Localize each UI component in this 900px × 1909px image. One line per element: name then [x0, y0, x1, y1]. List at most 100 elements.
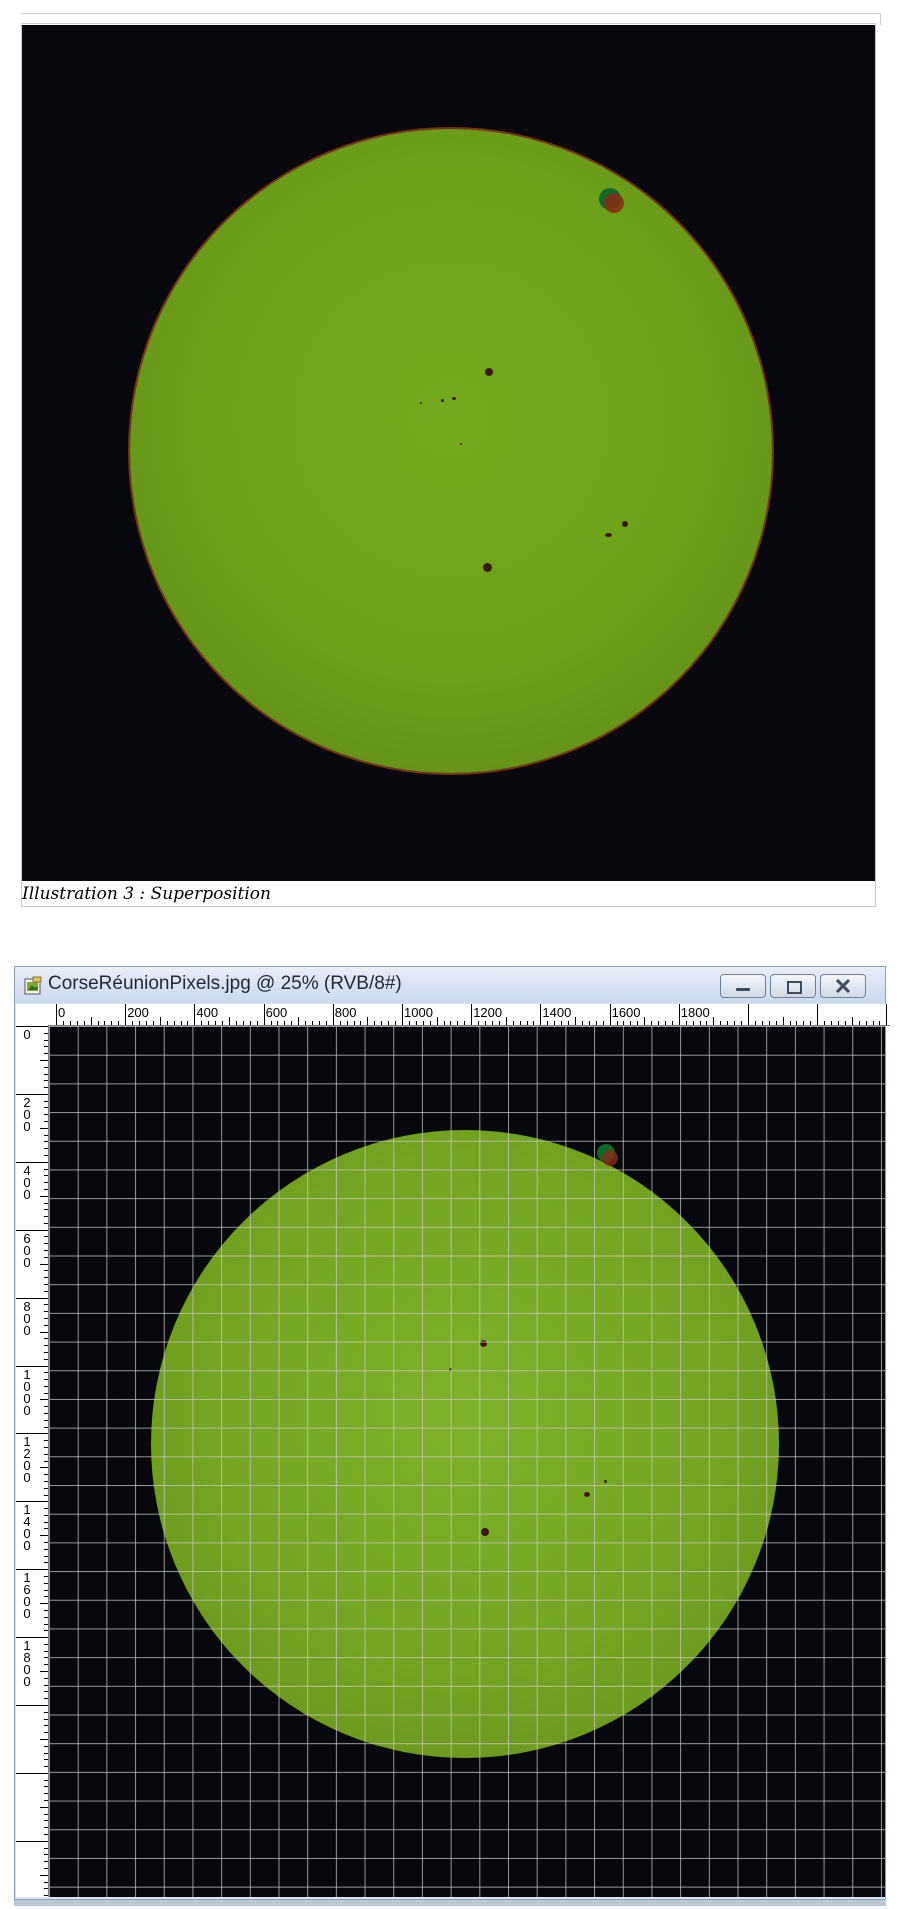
ruler-tick [44, 1582, 48, 1584]
ruler-tick [429, 1021, 431, 1025]
ruler-tick [187, 1021, 189, 1025]
ruler-tick [658, 1021, 660, 1025]
ruler-tick [44, 1548, 48, 1550]
ruler-tick [519, 1021, 521, 1025]
ruler-tick [374, 1021, 376, 1025]
vertical-ruler[interactable]: 0 2 0 0 4 0 0 6 0 0 8 0 0 1 0 0 0 1 2 0 0 1 4 0… [16, 1025, 49, 1897]
image-canvas[interactable] [49, 1026, 885, 1897]
ruler-tick [44, 1304, 48, 1306]
ruler-tick [775, 1021, 777, 1025]
ruler-tick [761, 1021, 763, 1025]
ruler-tick [44, 1657, 48, 1659]
ruler-tick [222, 1021, 224, 1025]
ruler-tick [588, 1021, 590, 1025]
horizontal-ruler-label: 1000 [404, 1005, 433, 1020]
ruler-tick [44, 1725, 48, 1727]
ruler-tick [44, 1066, 48, 1068]
ruler-tick [44, 1630, 48, 1632]
ruler-tick [44, 1691, 48, 1693]
ruler-tick [844, 1021, 846, 1025]
close-button[interactable] [820, 974, 866, 998]
ruler-tick [40, 1127, 48, 1129]
vertical-ruler-label: 8 0 0 [23, 1298, 31, 1338]
ruler-tick [40, 1399, 48, 1401]
sunspot [460, 443, 462, 445]
ruler-tick [104, 1021, 106, 1025]
ruler-tick [692, 1021, 694, 1025]
ruler-tick [44, 1759, 48, 1761]
horizontal-ruler-label: 1800 [680, 1005, 710, 1020]
ruler-corner[interactable] [16, 1004, 49, 1026]
ruler-tick [76, 1021, 78, 1025]
ruler-tick [44, 1413, 48, 1415]
ruler-tick [44, 1087, 48, 1089]
ruler-tick [44, 1786, 48, 1788]
ruler-tick [837, 1021, 839, 1025]
minimize-button[interactable] [720, 974, 766, 998]
ruler-tick [471, 1004, 473, 1025]
ruler-tick [554, 1021, 556, 1025]
sunspot [441, 399, 444, 402]
ruler-tick [249, 1021, 251, 1025]
ruler-tick [62, 1021, 64, 1025]
ruler-tick [44, 1514, 48, 1516]
ruler-tick [44, 1392, 48, 1394]
ruler-tick [575, 1017, 576, 1025]
ruler-tick [44, 1046, 48, 1048]
ruler-tick [44, 1800, 48, 1802]
ruler-tick [44, 1100, 48, 1102]
ruler-tick [16, 1161, 48, 1163]
vertical-ruler-label: 1 2 0 0 [23, 1434, 31, 1486]
ruler-tick [699, 1021, 701, 1025]
photoshop-document-icon [24, 976, 42, 995]
ruler-tick [201, 1021, 203, 1025]
ruler-tick [111, 1021, 113, 1025]
ruler-tick [44, 1311, 48, 1313]
ruler-tick [173, 1021, 175, 1025]
ruler-tick [325, 1021, 327, 1025]
ruler-tick [616, 1021, 618, 1025]
horizontal-ruler-label: 200 [127, 1005, 149, 1020]
ruler-tick [44, 1284, 48, 1286]
ruler-tick [118, 1021, 120, 1025]
sunspot [420, 402, 422, 404]
ruler-tick [40, 1263, 48, 1265]
ruler-tick [44, 1528, 48, 1530]
ruler-tick [40, 1059, 48, 1061]
ruler-tick [595, 1021, 597, 1025]
ruler-tick [44, 1745, 48, 1747]
ruler-tick [44, 1453, 48, 1455]
ruler-tick [44, 1039, 48, 1041]
ruler-tick [706, 1021, 708, 1025]
ruler-tick [16, 1772, 48, 1774]
ruler-tick [44, 1270, 48, 1272]
horizontal-ruler-label: 600 [265, 1005, 288, 1020]
horizontal-ruler[interactable]: 0 200 400 600 800 1000 1200 1400 1600 1800 [48, 1004, 890, 1026]
ruler-tick [132, 1021, 134, 1025]
vertical-ruler-label: 1 8 0 0 [23, 1638, 31, 1690]
window-titlebar[interactable]: CorseRéunionPixels.jpg @ 25% (RVB/8#) [15, 967, 885, 1003]
ruler-tick [478, 1021, 480, 1025]
ruler-tick [44, 1426, 48, 1428]
ruler-tick [768, 1021, 770, 1025]
ruler-tick [44, 1080, 48, 1082]
ruler-tick [44, 1861, 48, 1863]
ruler-tick [44, 1813, 48, 1815]
sun-disc [130, 129, 772, 773]
ruler-tick [44, 1643, 48, 1645]
ruler-tick [40, 1535, 48, 1537]
illustration-caption: Illustration 3 : Superposition [22, 884, 271, 904]
ruler-tick [44, 1277, 48, 1279]
ruler-tick [44, 1888, 48, 1890]
ruler-tick [305, 1021, 307, 1025]
ruler-tick [139, 1021, 141, 1025]
horizontal-ruler-label: 0 [58, 1005, 66, 1020]
ruler-tick [402, 1004, 403, 1025]
minimize-icon [736, 988, 750, 991]
ruler-tick [298, 1017, 300, 1025]
ruler-tick [40, 1467, 48, 1469]
restore-button[interactable] [770, 974, 816, 998]
ruler-tick [125, 1004, 127, 1025]
ruler-tick [40, 1874, 48, 1876]
ruler-tick [727, 1021, 729, 1025]
